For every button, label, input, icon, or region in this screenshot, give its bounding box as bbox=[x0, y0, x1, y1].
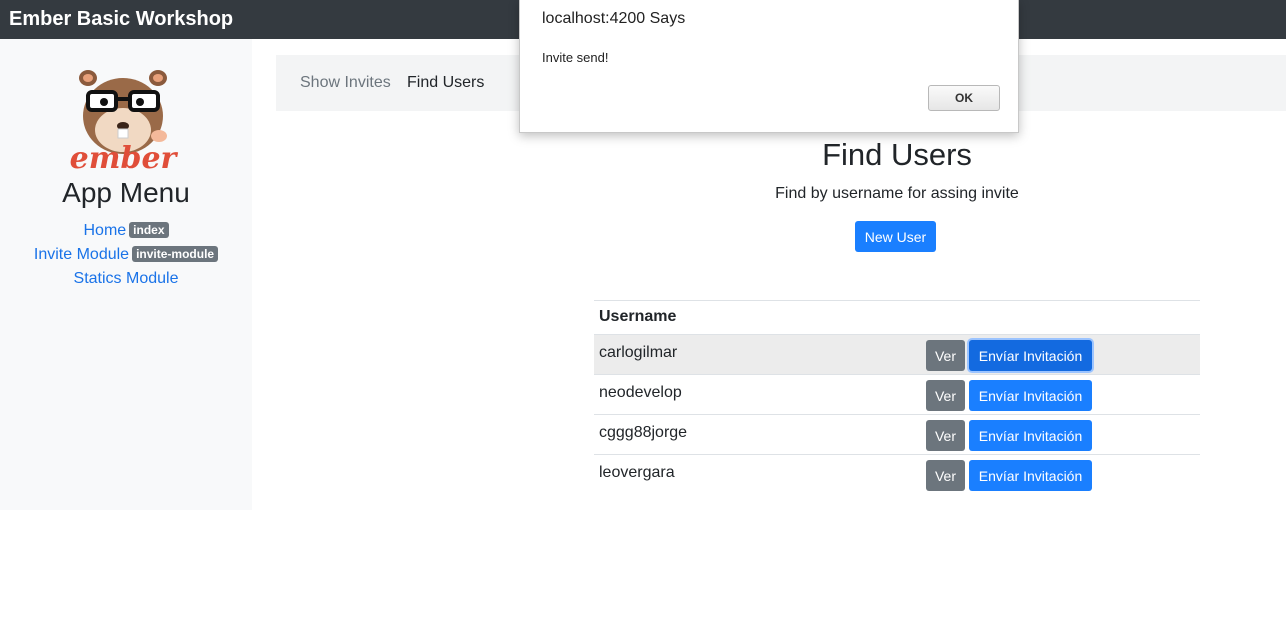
sidebar: ember App Menu Home index Invite Module in… bbox=[0, 39, 252, 510]
route-badge-invite-module: invite-module bbox=[132, 246, 219, 262]
new-user-button[interactable]: New User bbox=[855, 221, 936, 252]
table-row: carlogilmar Ver Envíar Invitación bbox=[594, 334, 1200, 374]
ember-hamster-logo: ember bbox=[70, 70, 179, 174]
send-invite-button[interactable]: Envíar Invitación bbox=[969, 460, 1092, 491]
app-menu-title: App Menu bbox=[62, 177, 190, 208]
view-button[interactable]: Ver bbox=[926, 420, 965, 451]
send-invite-button[interactable]: Envíar Invitación bbox=[969, 420, 1092, 451]
send-invite-button[interactable]: Envíar Invitación bbox=[969, 380, 1092, 411]
menu-link-invite-module[interactable]: Invite Module bbox=[34, 246, 129, 263]
view-button[interactable]: Ver bbox=[926, 340, 965, 371]
menu-link-statics-module[interactable]: Statics Module bbox=[74, 270, 179, 287]
page-title: Find Users bbox=[822, 137, 972, 172]
view-button[interactable]: Ver bbox=[926, 460, 965, 491]
menu-link-home[interactable]: Home bbox=[83, 222, 126, 239]
dialog-ok-button[interactable]: OK bbox=[928, 85, 1000, 111]
tab-find-users[interactable]: Find Users bbox=[407, 74, 484, 92]
dialog-message: Invite send! bbox=[542, 50, 609, 65]
dialog-title: localhost:4200 Says bbox=[542, 10, 686, 27]
table-row: leovergara Ver Envíar Invitación bbox=[594, 454, 1200, 494]
view-button[interactable]: Ver bbox=[926, 380, 965, 411]
tab-show-invites[interactable]: Show Invites bbox=[300, 74, 391, 92]
username-cell: cggg88jorge bbox=[599, 424, 688, 441]
brand-title[interactable]: Ember Basic Workshop bbox=[9, 8, 233, 31]
menu-item-invite-module: Invite Module invite-module bbox=[0, 245, 252, 265]
username-cell: neodevelop bbox=[599, 384, 682, 401]
svg-text:ember: ember bbox=[70, 141, 179, 174]
table-row: cggg88jorge Ver Envíar Invitación bbox=[594, 414, 1200, 454]
table-row: neodevelop Ver Envíar Invitación bbox=[594, 374, 1200, 414]
alert-dialog: localhost:4200 Says Invite send! OK bbox=[519, 0, 1019, 133]
menu-item-home: Home index bbox=[0, 221, 252, 241]
username-cell: leovergara bbox=[599, 464, 675, 481]
username-cell: carlogilmar bbox=[599, 344, 678, 361]
menu-item-statics-module: Statics Module bbox=[0, 269, 252, 289]
route-badge-index: index bbox=[129, 222, 169, 238]
send-invite-button[interactable]: Envíar Invitación bbox=[969, 340, 1092, 371]
page-subtitle: Find by username for assing invite bbox=[775, 185, 1019, 202]
column-header-username: Username bbox=[599, 308, 677, 325]
